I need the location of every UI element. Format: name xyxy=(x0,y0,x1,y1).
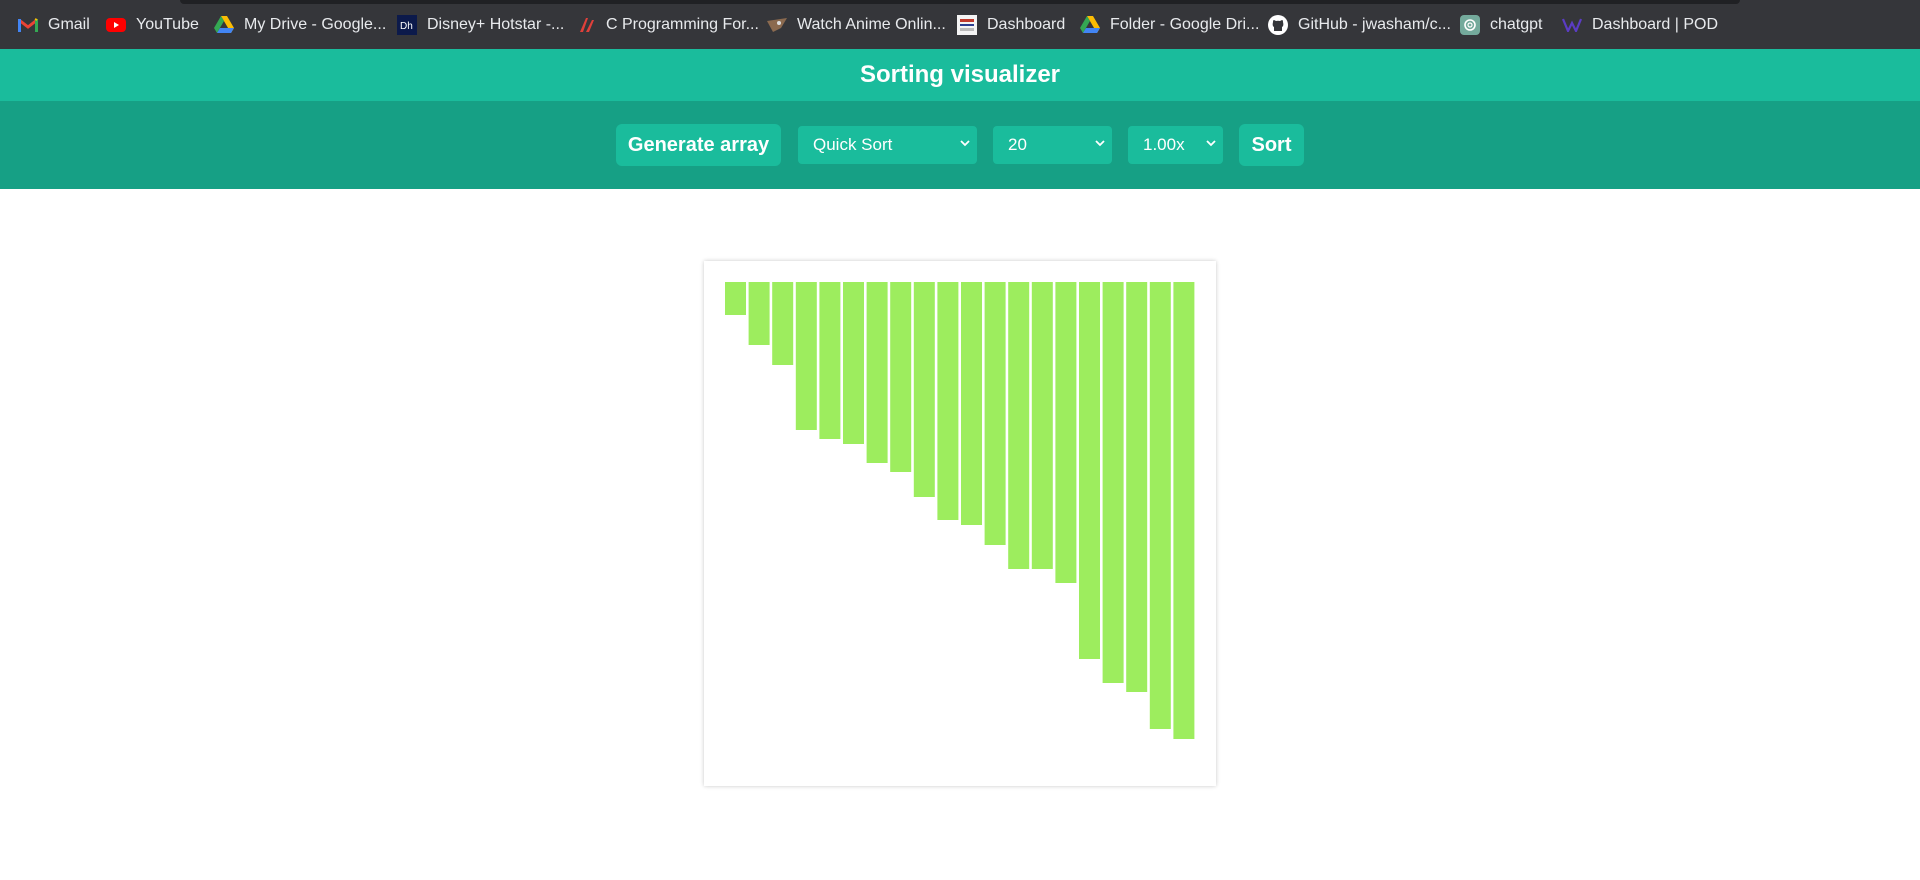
youtube-icon xyxy=(106,15,126,35)
pod-icon xyxy=(1562,15,1582,35)
visualization-panel xyxy=(704,261,1216,786)
speed-value: 1.00x xyxy=(1143,135,1185,154)
bookmark-label: Dashboard xyxy=(987,16,1066,33)
bookmark-anime[interactable]: Watch Anime Onlin... xyxy=(767,13,946,37)
array-size-value: 20 xyxy=(1008,135,1027,154)
array-bar xyxy=(725,282,746,315)
hotstar-icon: Dh xyxy=(397,15,417,35)
array-bar xyxy=(748,282,770,345)
array-bar xyxy=(819,282,841,439)
dashboard-site-icon xyxy=(957,15,977,35)
bookmarks-bar: Gmail YouTube My Drive - Google... Dh Di… xyxy=(0,0,1920,49)
array-bar xyxy=(772,282,794,365)
bookmark-youtube[interactable]: YouTube xyxy=(106,13,199,37)
github-icon xyxy=(1268,15,1288,35)
sort-button[interactable]: Sort xyxy=(1239,124,1304,166)
array-bar xyxy=(1149,282,1171,729)
chatgpt-icon xyxy=(1460,15,1480,35)
svg-text:Dh: Dh xyxy=(400,21,413,32)
array-bar xyxy=(795,282,817,430)
array-bar xyxy=(866,282,888,463)
bookmark-label: chatgpt xyxy=(1490,16,1543,33)
array-size-select[interactable]: 20 xyxy=(993,126,1112,164)
bookmark-dashboard[interactable]: Dashboard xyxy=(957,13,1065,37)
bookmark-label: Dashboard | POD xyxy=(1592,16,1718,33)
bookmark-label: YouTube xyxy=(136,16,199,33)
bookmark-label: Watch Anime Onlin... xyxy=(797,16,946,33)
array-bar xyxy=(984,282,1006,545)
bookmark-hotstar[interactable]: Dh Disney+ Hotstar -... xyxy=(397,13,564,37)
speed-select[interactable]: 1.00x xyxy=(1128,126,1223,164)
bookmark-my-drive[interactable]: My Drive - Google... xyxy=(214,13,386,37)
bookmark-pod[interactable]: Dashboard | POD xyxy=(1562,13,1718,37)
controls-toolbar: Generate array Quick Sort 20 1.00x Sort xyxy=(0,101,1920,189)
array-bar xyxy=(1102,282,1124,683)
bookmark-label: My Drive - Google... xyxy=(244,16,387,33)
array-bar xyxy=(1126,282,1148,692)
bookmark-gmail[interactable]: Gmail xyxy=(18,13,90,37)
generate-array-button[interactable]: Generate array xyxy=(616,124,781,166)
array-bar xyxy=(890,282,912,472)
chevron-down-icon xyxy=(1095,140,1105,147)
google-drive-icon xyxy=(214,15,234,35)
array-bar xyxy=(1055,282,1077,583)
c-programming-icon xyxy=(576,15,596,35)
header-bar: Sorting visualizer xyxy=(0,49,1920,101)
google-drive-icon xyxy=(1080,15,1100,35)
array-bar xyxy=(1079,282,1100,659)
bookmark-c-programming[interactable]: C Programming For... xyxy=(576,13,759,37)
algorithm-select[interactable]: Quick Sort xyxy=(798,126,977,164)
chevron-down-icon xyxy=(960,140,970,147)
array-bar xyxy=(961,282,982,525)
chevron-down-icon xyxy=(1206,140,1216,147)
array-bar xyxy=(1173,282,1195,739)
bookmark-label: C Programming For... xyxy=(606,16,759,33)
algorithm-value: Quick Sort xyxy=(813,135,893,154)
array-bar xyxy=(937,282,959,520)
page-title: Sorting visualizer xyxy=(859,61,1061,88)
array-bar xyxy=(1008,282,1030,569)
bookmark-folder-drive[interactable]: Folder - Google Dri... xyxy=(1080,13,1259,37)
bar-chart xyxy=(725,282,1195,739)
array-bar xyxy=(1031,282,1053,569)
gmail-icon xyxy=(18,15,38,35)
bookmark-label: Folder - Google Dri... xyxy=(1110,16,1260,33)
anime-site-icon xyxy=(767,15,787,35)
array-bar xyxy=(913,282,935,497)
bookmark-chatgpt[interactable]: chatgpt xyxy=(1460,13,1542,37)
tab-strip-edge xyxy=(180,0,1740,4)
bookmark-label: Disney+ Hotstar -... xyxy=(427,16,565,33)
bookmark-github[interactable]: GitHub - jwasham/c... xyxy=(1268,13,1451,37)
bookmark-label: Gmail xyxy=(48,16,90,33)
bookmark-label: GitHub - jwasham/c... xyxy=(1298,16,1451,33)
array-bar xyxy=(843,282,864,444)
